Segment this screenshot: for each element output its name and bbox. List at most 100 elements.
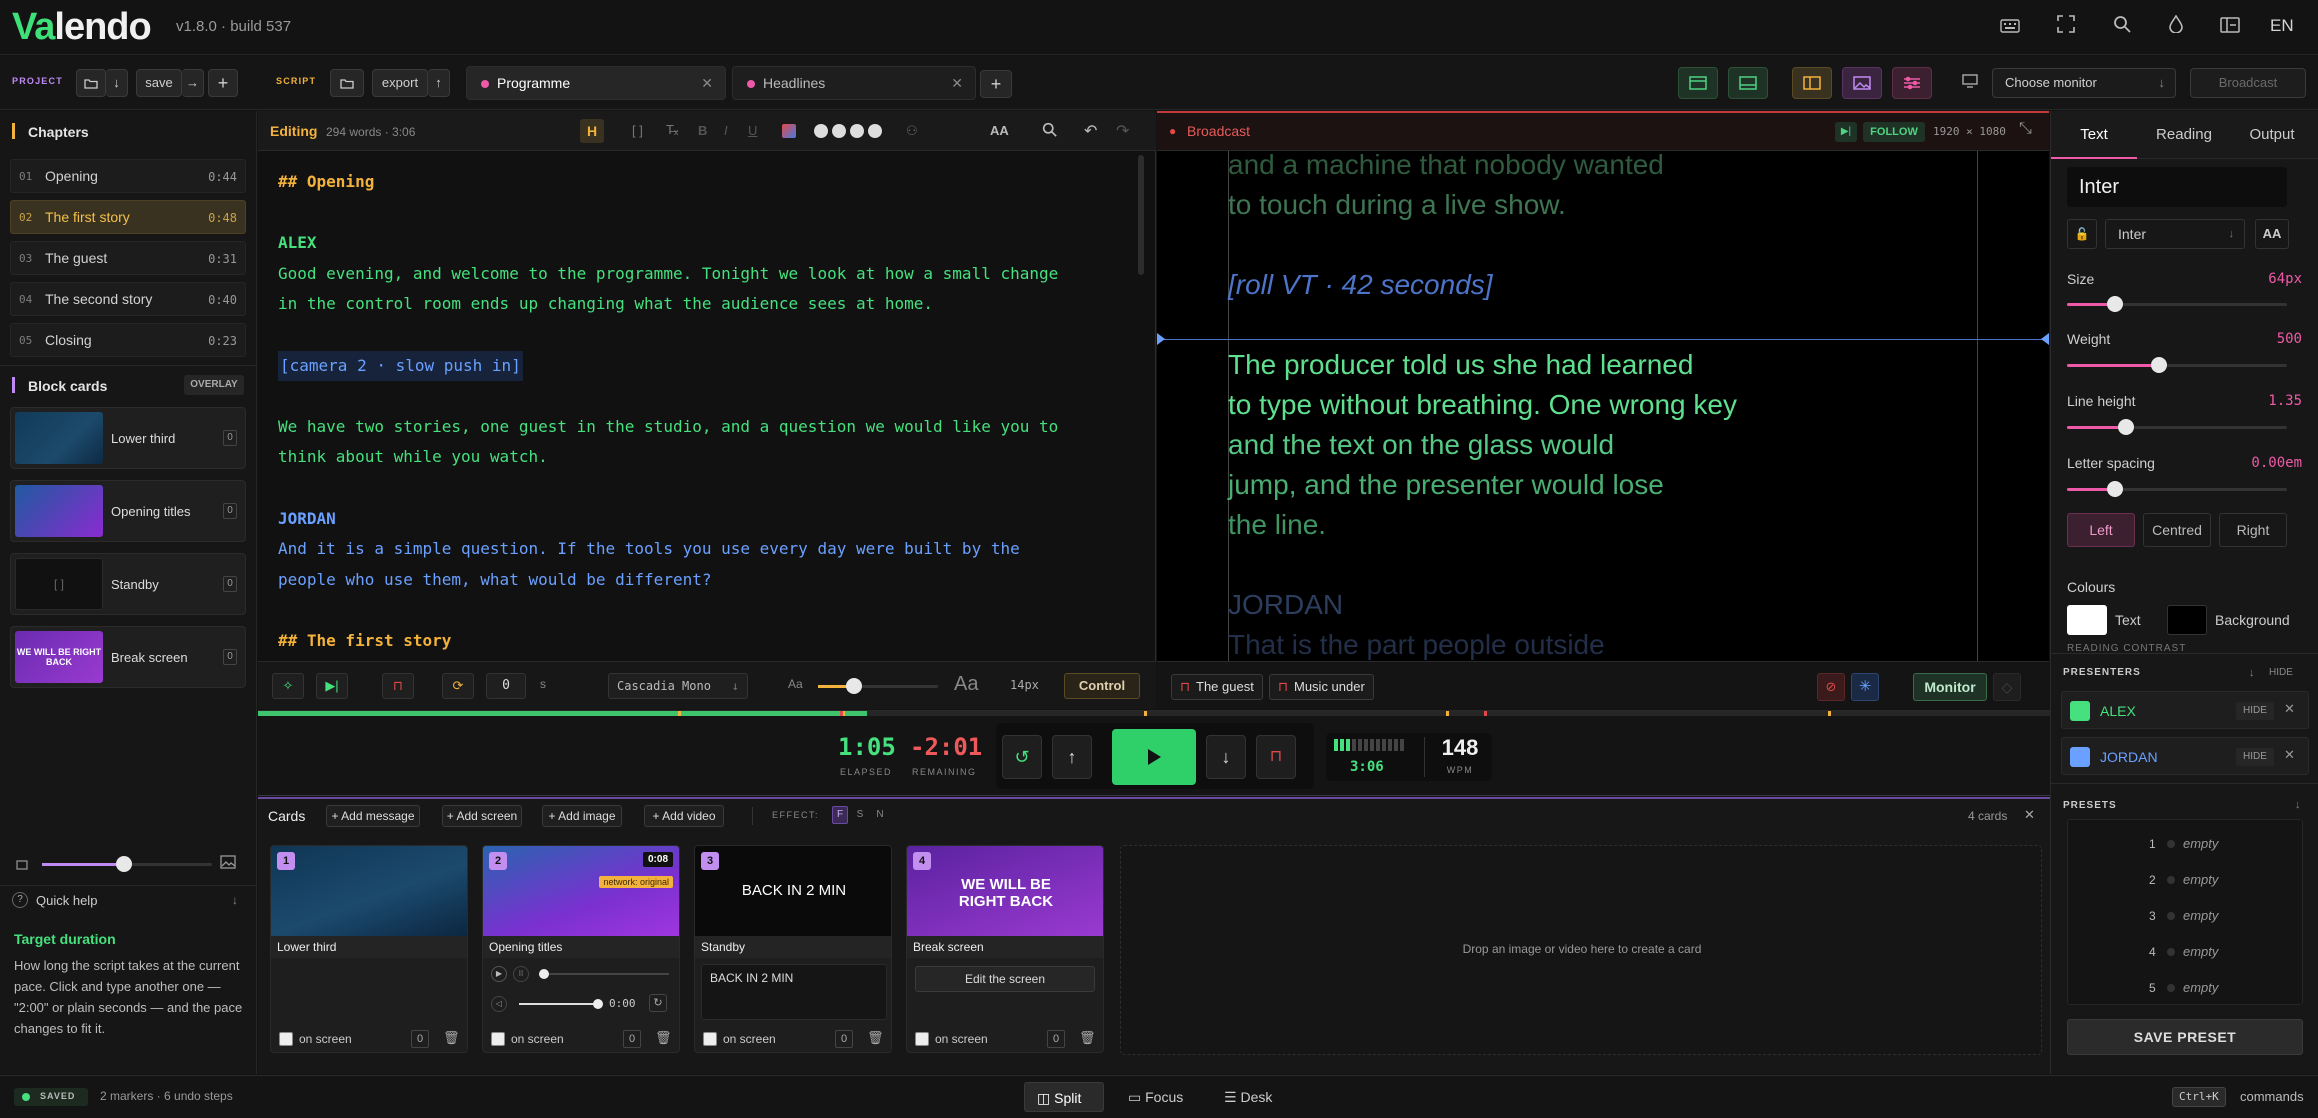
no-camera-icon[interactable]: ⊘ bbox=[1817, 673, 1845, 701]
open-folder-button[interactable] bbox=[76, 69, 106, 97]
keyboard-icon[interactable] bbox=[1996, 14, 2024, 40]
underline-icon[interactable]: U bbox=[748, 123, 757, 138]
bold-icon[interactable]: B bbox=[698, 123, 707, 138]
close-icon[interactable]: ✕ bbox=[701, 67, 713, 99]
snowflake-icon[interactable]: ✳ bbox=[1851, 673, 1879, 701]
chapter-item[interactable]: 05 Closing 0:23 bbox=[10, 323, 246, 357]
monitor-select[interactable]: Choose monitor ↓ bbox=[1992, 68, 2176, 98]
preset-slot[interactable]: 2 empty bbox=[2067, 863, 2285, 897]
add-screen-button[interactable]: + Add screen bbox=[442, 805, 522, 827]
script-line[interactable]: people who use them, what would be diffe… bbox=[278, 565, 711, 596]
hide-presenter-button[interactable]: HIDE bbox=[2236, 748, 2274, 766]
pause-icon[interactable]: II bbox=[513, 966, 529, 982]
view-split-button[interactable]: ◫ Split bbox=[1024, 1082, 1104, 1112]
tab-headlines[interactable]: Headlines ✕ bbox=[732, 66, 976, 100]
split-view-icon[interactable] bbox=[1792, 67, 1832, 99]
clear-format-icon[interactable]: T̶ₓ bbox=[666, 122, 678, 137]
effect-none-button[interactable]: N bbox=[872, 806, 888, 824]
palette-icon[interactable] bbox=[782, 124, 796, 138]
commands-button[interactable]: commands bbox=[2240, 1089, 2304, 1104]
script-heading[interactable]: ALEX bbox=[278, 228, 317, 259]
chapter-item[interactable]: 02 The first story 0:48 bbox=[10, 200, 246, 234]
color-dot-icon[interactable] bbox=[850, 124, 864, 138]
layout-top-icon[interactable] bbox=[1678, 67, 1718, 99]
chapter-marker[interactable] bbox=[1828, 711, 1831, 716]
expand-icon[interactable]: ⤡ bbox=[2019, 120, 2032, 138]
layout-icon[interactable] bbox=[2216, 14, 2244, 40]
add-message-button[interactable]: + Add message bbox=[326, 805, 420, 827]
preset-slot[interactable]: 5 empty bbox=[2067, 971, 2285, 1005]
close-icon[interactable]: ✕ bbox=[2284, 747, 2295, 763]
background-colour-swatch[interactable] bbox=[2167, 605, 2207, 635]
view-focus-button[interactable]: ▭ Focus bbox=[1128, 1082, 1198, 1112]
presenter-colour-swatch[interactable] bbox=[2070, 747, 2090, 767]
progress-track[interactable] bbox=[258, 711, 2050, 716]
open-dropdown-icon[interactable]: ↓ bbox=[106, 69, 128, 97]
card-message-field[interactable]: BACK IN 2 MIN bbox=[701, 964, 887, 1020]
align-right-button[interactable]: Right bbox=[2219, 513, 2287, 547]
save-arrow-icon[interactable]: → bbox=[182, 69, 204, 97]
download-icon[interactable]: ↓ bbox=[2295, 799, 2301, 811]
preset-slot[interactable]: 1 empty bbox=[2067, 827, 2285, 861]
script-line[interactable]: think about while you watch. bbox=[278, 442, 548, 473]
layout-bottom-icon[interactable] bbox=[1728, 67, 1768, 99]
search-icon[interactable] bbox=[1042, 122, 1057, 140]
sparkle-icon[interactable]: ✧ bbox=[272, 673, 304, 699]
script-heading[interactable]: ## The first story bbox=[278, 626, 451, 657]
offset-input[interactable]: 0 bbox=[486, 673, 526, 699]
step-up-icon[interactable]: ↑ bbox=[1052, 735, 1092, 779]
script-line[interactable]: And it is a simple question. If the tool… bbox=[278, 534, 1020, 565]
edit-screen-button[interactable]: Edit the screen bbox=[915, 966, 1095, 992]
follow-toggle[interactable]: FOLLOW bbox=[1863, 122, 1925, 142]
tab-text[interactable]: Text bbox=[2051, 111, 2137, 159]
add-video-button[interactable]: + Add video bbox=[644, 805, 724, 827]
on-screen-checkbox[interactable] bbox=[915, 1032, 929, 1046]
fullscreen-icon[interactable] bbox=[2052, 14, 2080, 40]
line-height-slider[interactable] bbox=[2067, 419, 2287, 435]
settings-icon[interactable]: ◇ bbox=[1993, 673, 2021, 701]
block-card-standby[interactable]: [ ] Standby 0 bbox=[10, 553, 246, 615]
preset-slot[interactable]: 3 empty bbox=[2067, 899, 2285, 933]
bookmark-icon[interactable]: ⊓ bbox=[382, 673, 414, 699]
quick-help-label[interactable]: Quick help bbox=[36, 893, 97, 908]
caps-button[interactable]: AA bbox=[2255, 219, 2289, 249]
card-key[interactable]: 0 bbox=[411, 1030, 429, 1048]
play-button[interactable] bbox=[1112, 729, 1196, 785]
script-heading[interactable]: JORDAN bbox=[278, 504, 336, 535]
font-size-slider[interactable] bbox=[818, 678, 938, 694]
card-key[interactable]: 0 bbox=[623, 1030, 641, 1048]
save-preset-button[interactable]: SAVE PRESET bbox=[2067, 1019, 2303, 1055]
script-line[interactable]: [camera 2 · slow push in] bbox=[278, 350, 523, 382]
trash-icon[interactable]: 🗑 bbox=[867, 1030, 884, 1046]
chevron-down-icon[interactable]: ↓ bbox=[2249, 667, 2255, 679]
effect-slide-button[interactable]: S bbox=[852, 806, 868, 824]
italic-icon[interactable]: I bbox=[724, 123, 728, 138]
loop-icon[interactable]: ⟳ bbox=[442, 673, 474, 699]
chapter-item[interactable]: 03 The guest 0:31 bbox=[10, 241, 246, 275]
align-centre-button[interactable]: Centred bbox=[2143, 513, 2211, 547]
block-card-lower-third[interactable]: Lower third 0 bbox=[10, 407, 246, 469]
chapter-item[interactable]: 01 Opening 0:44 bbox=[10, 159, 246, 193]
save-button[interactable]: save bbox=[136, 69, 182, 97]
trash-icon[interactable]: 🗑 bbox=[1079, 1030, 1096, 1046]
marker-flag[interactable] bbox=[840, 711, 843, 716]
align-left-button[interactable]: Left bbox=[2067, 513, 2135, 547]
video-scrubber[interactable] bbox=[539, 969, 669, 979]
font-select[interactable]: Cascadia Mono ↓ bbox=[608, 673, 748, 699]
card-break-screen[interactable]: WE WILL BE RIGHT BACK 4 Break screen Edi… bbox=[906, 845, 1104, 1053]
script-line[interactable]: We have two stories, one guest in the st… bbox=[278, 412, 1058, 443]
tab-output[interactable]: Output bbox=[2229, 111, 2315, 159]
marker-flag[interactable] bbox=[1484, 711, 1487, 716]
preset-slot[interactable]: 4 empty bbox=[2067, 935, 2285, 969]
hide-all-button[interactable]: HIDE bbox=[2269, 667, 2293, 678]
person-icon[interactable]: ⚇ bbox=[906, 123, 918, 139]
bookmark-icon[interactable]: ⊓ bbox=[1256, 735, 1296, 779]
chapter-marker[interactable] bbox=[678, 711, 681, 716]
reading-line-marker-left[interactable] bbox=[1157, 333, 1165, 345]
card-key[interactable]: 0 bbox=[835, 1030, 853, 1048]
close-icon[interactable]: ✕ bbox=[951, 67, 963, 99]
on-screen-checkbox[interactable] bbox=[491, 1032, 505, 1046]
drop-zone[interactable]: Drop an image or video here to create a … bbox=[1120, 845, 2042, 1055]
on-screen-checkbox[interactable] bbox=[279, 1032, 293, 1046]
sliders-icon[interactable] bbox=[1892, 67, 1932, 99]
